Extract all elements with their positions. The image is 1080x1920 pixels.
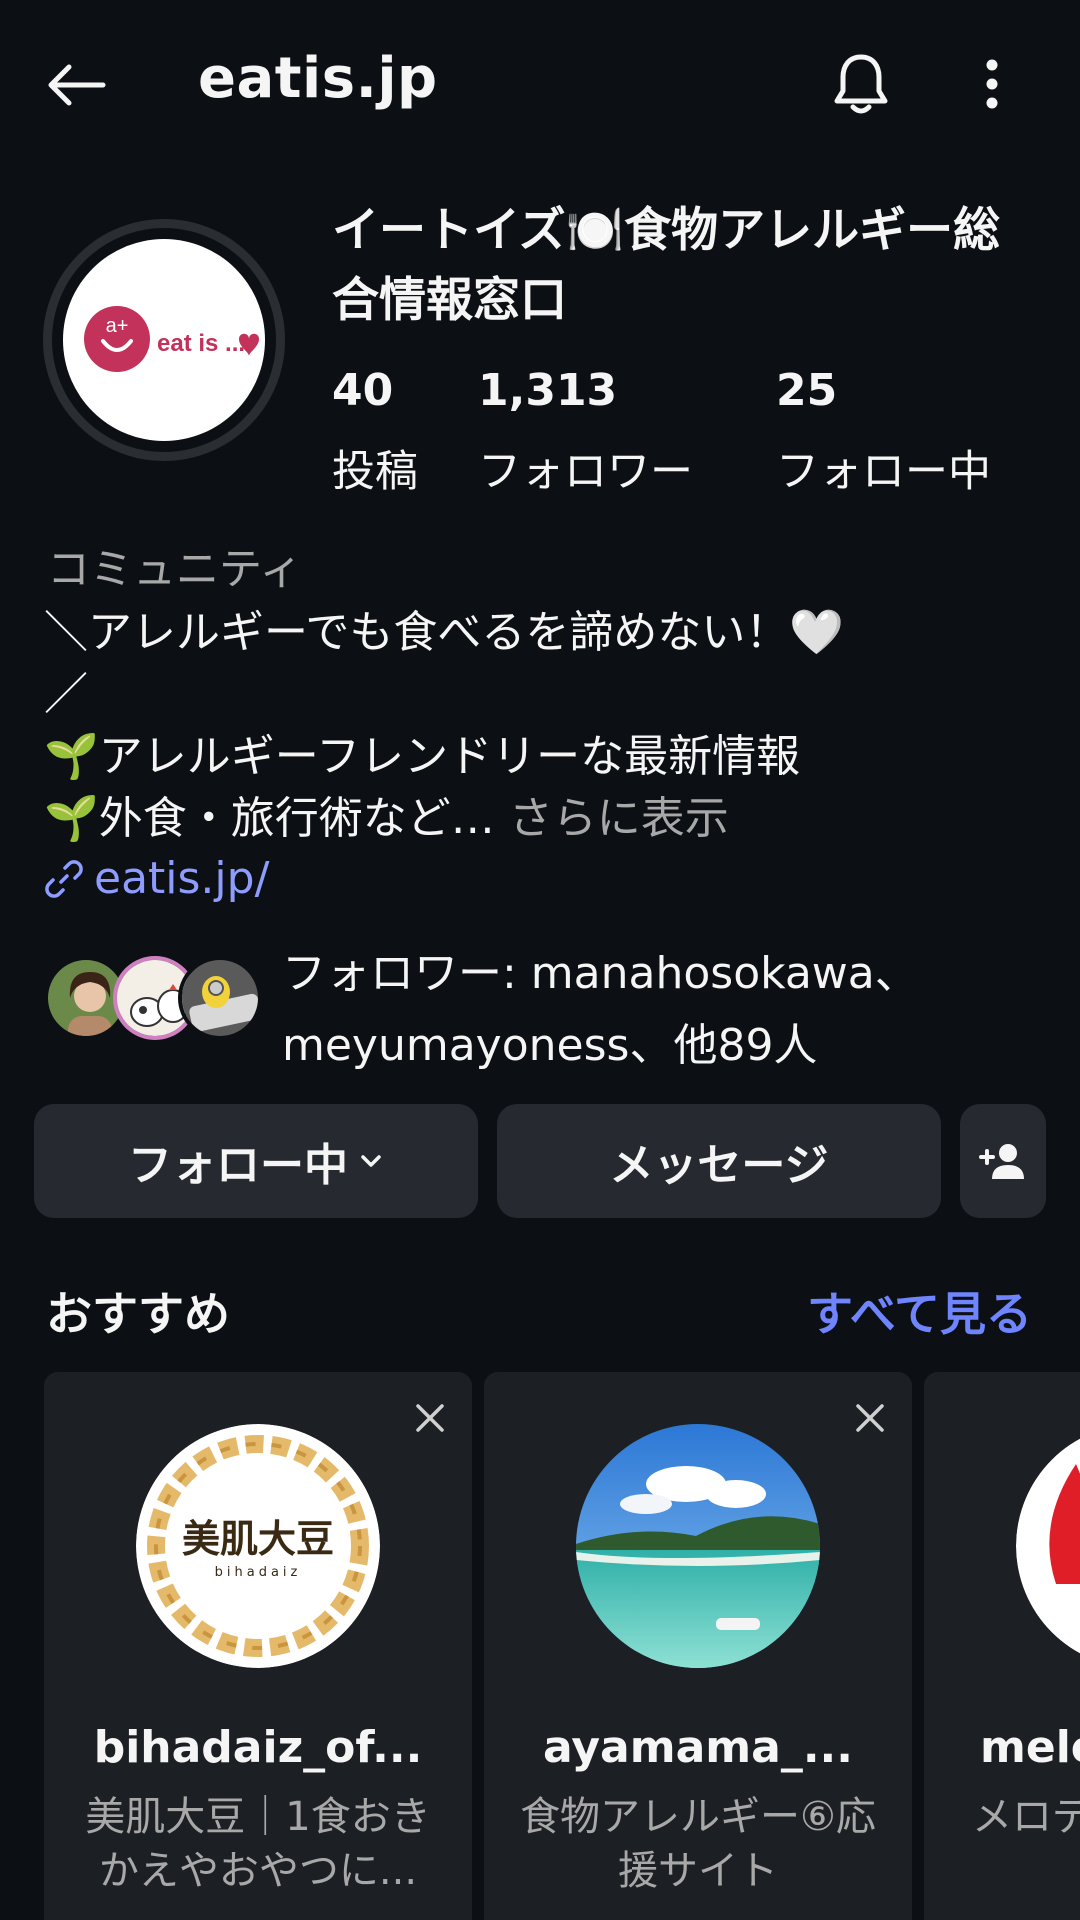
suggested-users-button[interactable] [960,1104,1046,1218]
stat-followers-label: フォロワー [478,447,693,497]
display-name: イートイズ🍽️食物アレルギー総合情報窓口 [332,203,1001,328]
bio[interactable]: ＼アレルギーでも食べるを諦めない！🤍 ／ 🌱アレルギーフレンドリーな最新情報 🌱… [44,602,1044,850]
suggestion-avatar[interactable] [1016,1424,1080,1668]
see-all-link[interactable]: すべて見る [807,1278,1032,1344]
more-options-button[interactable] [960,48,1024,120]
eatis-logo: a+ eat is ... [84,306,259,372]
following-button[interactable]: フォロー中 [34,1104,478,1218]
profile-page: eatis.jp a+ eat is ... イートイズ🍽️食物アレルギー総合情… [0,0,1080,1920]
suggestion-username[interactable]: ayamama_... [484,1722,912,1773]
message-button[interactable]: メッセージ [497,1104,941,1218]
bio-last-line: 🌱外食・旅行術など… さらに表示 [44,788,1044,850]
profile-link-text: eatis.jp/ [94,853,270,904]
suggestion-description: メロデ モニ [972,1794,1080,1840]
suggestions-title: おすすめ [46,1287,230,1341]
top-bar: eatis.jp [0,0,1080,165]
follower-avatar[interactable] [178,956,262,1040]
stat-posts-label: 投稿 [332,447,418,497]
close-icon[interactable] [410,1398,450,1438]
message-button-label: メッセージ [609,1140,829,1191]
logo-subtext: bihadaiz [215,1565,302,1580]
add-person-icon [979,1144,1024,1179]
suggestion-username[interactable]: melo [980,1722,1080,1773]
bio-line: 🌱外食・旅行術など… [44,793,495,844]
link-icon [45,859,83,898]
back-button[interactable] [40,50,110,120]
suggestion-card[interactable]: melo メロデ モニ [924,1372,1080,1920]
bio-line: 🌱アレルギーフレンドリーな最新情報 [44,731,801,782]
logo-text: eat is ... [157,330,245,357]
suggestion-card[interactable]: ayamama_... 食物アレルギー⑥応援サイト [484,1372,912,1920]
show-more-link[interactable]: さらに表示 [495,793,729,844]
bell-icon [834,54,888,114]
stat-followers[interactable]: 1,313 フォロワー [478,365,693,499]
suggestion-card[interactable]: 美肌大豆 bihadaiz bihadaiz_of... 美肌大豆｜1食おきかえ… [44,1372,472,1920]
suggestion-username[interactable]: bihadaiz_of... [44,1722,472,1773]
stat-following-label: フォロー中 [776,447,991,497]
logo-text: 美肌大豆 [182,1517,334,1561]
stat-posts[interactable]: 40 投稿 [332,365,418,499]
avatar[interactable]: a+ eat is ... [63,239,265,441]
close-icon[interactable] [850,1398,890,1438]
more-vertical-icon [986,59,998,109]
stat-posts-count: 40 [332,365,394,416]
bio-line: ／ [44,669,88,720]
bio-line: ＼アレルギーでも食べるを諦めない！🤍 [44,607,845,658]
suggestion-description: 食物アレルギー⑥応援サイト [520,1794,876,1894]
followed-by-text[interactable]: フォロワー: manahosokawa、meyumayoness、他89人 [282,938,1062,1082]
stat-following[interactable]: 25 フォロー中 [776,365,991,499]
suggestion-avatar[interactable]: 美肌大豆 bihadaiz [136,1424,380,1668]
following-button-label: フォロー中 [128,1140,348,1191]
bihadaiz-logo: 美肌大豆 bihadaiz [136,1424,380,1668]
character-photo [182,960,258,1036]
chevron-down-icon [361,1155,381,1167]
profile-category: コミュニティ [47,545,303,595]
svg-text:a+: a+ [106,315,129,337]
beach-photo [576,1424,820,1668]
suggestion-avatar[interactable] [576,1424,820,1668]
melody-logo [1016,1438,1080,1654]
profile-username: eatis.jp [198,46,438,111]
stat-following-count: 25 [776,365,838,416]
stat-followers-count: 1,313 [478,365,618,416]
profile-link[interactable]: eatis.jp/ [44,853,269,904]
back-arrow-icon [48,64,106,106]
notifications-button[interactable] [826,44,896,124]
suggestion-description: 美肌大豆｜1食おきかえやおやつに... [85,1794,431,1894]
